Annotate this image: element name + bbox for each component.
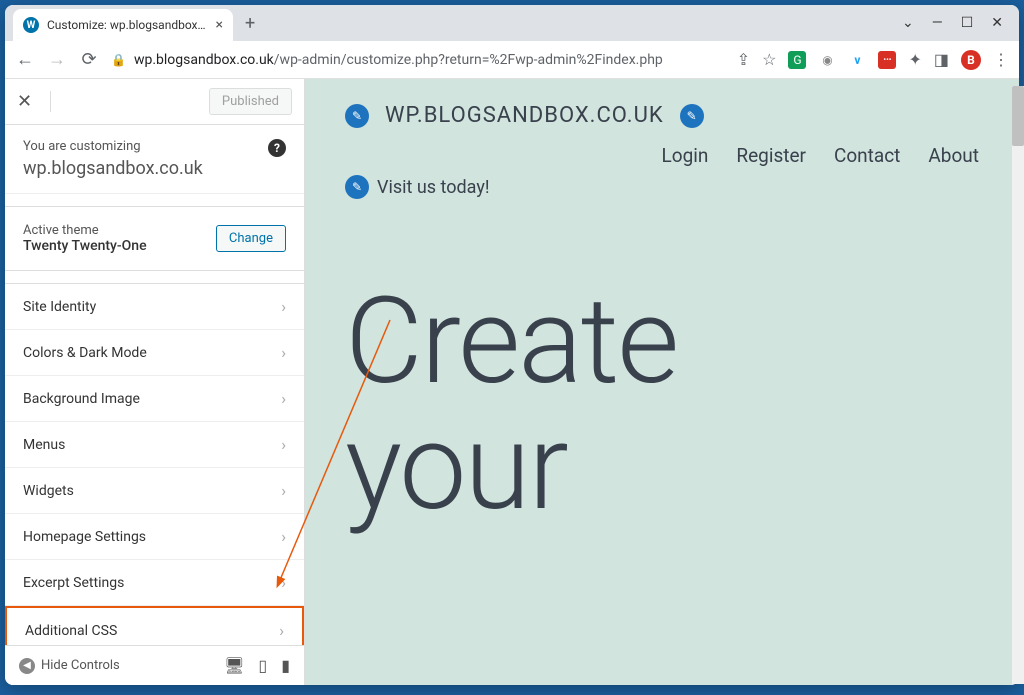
extensions-icon[interactable]: ✦ bbox=[908, 50, 921, 69]
chevron-right-icon: › bbox=[281, 481, 286, 500]
active-theme-label: Active theme bbox=[23, 223, 147, 238]
panel-item-additional-css[interactable]: Additional CSS› bbox=[5, 606, 304, 645]
scroll-thumb[interactable] bbox=[1012, 86, 1019, 146]
chevron-right-icon: › bbox=[281, 527, 286, 546]
preview-nav: Login Register Contact About bbox=[662, 144, 979, 167]
chevron-right-icon: › bbox=[281, 343, 286, 362]
share-icon[interactable]: ⇪ bbox=[737, 50, 750, 69]
panel-item-colors[interactable]: Colors & Dark Mode› bbox=[5, 330, 304, 376]
mobile-preview-icon[interactable]: ▮ bbox=[281, 656, 290, 675]
device-preview-icons: 🖥 ▯ ▮ bbox=[224, 656, 290, 675]
panel-item-background[interactable]: Background Image› bbox=[5, 376, 304, 422]
panel-item-homepage[interactable]: Homepage Settings› bbox=[5, 514, 304, 560]
theme-name: Twenty Twenty-One bbox=[23, 238, 147, 254]
preview-header: ✎ WP.BLOGSANDBOX.CO.UK ✎ Login Register … bbox=[345, 103, 979, 167]
close-window-icon[interactable]: ✕ bbox=[991, 15, 1003, 31]
panel-item-site-identity[interactable]: Site Identity› bbox=[5, 284, 304, 330]
chevron-right-icon: › bbox=[281, 297, 286, 316]
hide-controls-button[interactable]: ◀ Hide Controls bbox=[19, 658, 214, 674]
url-bar[interactable]: 🔒 wp.blogsandbox.co.uk/wp-admin/customiz… bbox=[111, 52, 725, 68]
panel-info: You are customizing ? wp.blogsandbox.co.… bbox=[5, 125, 304, 194]
panel-header: ✕ Published bbox=[5, 79, 304, 125]
back-button[interactable]: ← bbox=[15, 49, 35, 70]
change-theme-button[interactable]: Change bbox=[216, 225, 286, 252]
nav-contact[interactable]: Contact bbox=[834, 144, 900, 167]
edit-title-icon[interactable]: ✎ bbox=[345, 104, 369, 128]
minimize-icon[interactable]: — bbox=[932, 15, 943, 31]
reload-button[interactable]: ⟳ bbox=[79, 49, 99, 70]
nav-register[interactable]: Register bbox=[736, 144, 806, 167]
ext-vimeo-icon[interactable]: v bbox=[848, 51, 866, 69]
panel-item-widgets[interactable]: Widgets› bbox=[5, 468, 304, 514]
collapse-icon: ◀ bbox=[19, 658, 35, 674]
browser-tab[interactable]: W Customize: wp.blogsandbox.co... × bbox=[13, 9, 233, 41]
close-tab-icon[interactable]: × bbox=[216, 17, 223, 33]
ext-shield-icon[interactable]: ◉ bbox=[818, 51, 836, 69]
panel-item-menus[interactable]: Menus› bbox=[5, 422, 304, 468]
hero-text: Create your bbox=[345, 279, 979, 531]
close-customizer-icon[interactable]: ✕ bbox=[17, 91, 51, 112]
content-area: ✕ Published You are customizing ? wp.blo… bbox=[5, 79, 1019, 685]
chevron-down-icon[interactable]: ⌄ bbox=[902, 15, 914, 31]
site-name: wp.blogsandbox.co.uk bbox=[23, 158, 286, 179]
desktop-preview-icon[interactable]: 🖥 bbox=[224, 656, 244, 675]
published-button[interactable]: Published bbox=[209, 88, 292, 115]
panel-footer: ◀ Hide Controls 🖥 ▯ ▮ bbox=[5, 645, 304, 685]
site-preview: ✎ WP.BLOGSANDBOX.CO.UK ✎ Login Register … bbox=[305, 79, 1019, 685]
theme-section: Active theme Twenty Twenty-One Change bbox=[5, 206, 304, 271]
wordpress-icon: W bbox=[23, 17, 39, 33]
chevron-right-icon: › bbox=[281, 389, 286, 408]
help-icon[interactable]: ? bbox=[268, 139, 286, 157]
chevron-right-icon: › bbox=[281, 573, 286, 592]
edit-tagline-icon[interactable]: ✎ bbox=[345, 175, 369, 199]
nav-about[interactable]: About bbox=[928, 144, 979, 167]
tablet-preview-icon[interactable]: ▯ bbox=[258, 656, 267, 675]
browser-window: W Customize: wp.blogsandbox.co... × + ⌄ … bbox=[5, 5, 1019, 685]
panel-item-excerpt[interactable]: Excerpt Settings› bbox=[5, 560, 304, 606]
window-controls: ⌄ — ☐ ✕ bbox=[902, 15, 1011, 31]
tagline-row: ✎ Visit us today! bbox=[345, 175, 979, 199]
addressbar: ← → ⟳ 🔒 wp.blogsandbox.co.uk/wp-admin/cu… bbox=[5, 41, 1019, 79]
preview-site-title: WP.BLOGSANDBOX.CO.UK bbox=[385, 103, 664, 128]
chevron-right-icon: › bbox=[279, 621, 284, 640]
ext-grammarly-icon[interactable]: G bbox=[788, 51, 806, 69]
nav-login[interactable]: Login bbox=[662, 144, 709, 167]
preview-scrollbar[interactable] bbox=[1012, 86, 1019, 684]
titlebar: W Customize: wp.blogsandbox.co... × + ⌄ … bbox=[5, 5, 1019, 41]
extensions: ⇪ ☆ G ◉ v ••• ✦ ◨ B ⋮ bbox=[737, 50, 1009, 70]
tab-title: Customize: wp.blogsandbox.co... bbox=[47, 18, 208, 32]
profile-avatar[interactable]: B bbox=[961, 50, 981, 70]
customizing-label: You are customizing bbox=[23, 139, 286, 154]
maximize-icon[interactable]: ☐ bbox=[961, 15, 974, 31]
panel-list: Site Identity› Colors & Dark Mode› Backg… bbox=[5, 283, 304, 645]
preview-tagline: Visit us today! bbox=[377, 177, 489, 198]
sidepanel-icon[interactable]: ◨ bbox=[934, 50, 949, 69]
forward-button[interactable]: → bbox=[47, 49, 67, 70]
ext-lastpass-icon[interactable]: ••• bbox=[878, 51, 896, 69]
menu-icon[interactable]: ⋮ bbox=[993, 50, 1009, 69]
lock-icon: 🔒 bbox=[111, 53, 126, 67]
chevron-right-icon: › bbox=[281, 435, 286, 454]
new-tab-button[interactable]: + bbox=[245, 13, 255, 34]
edit-nav-icon[interactable]: ✎ bbox=[680, 104, 704, 128]
customizer-panel: ✕ Published You are customizing ? wp.blo… bbox=[5, 79, 305, 685]
bookmark-icon[interactable]: ☆ bbox=[762, 50, 776, 69]
